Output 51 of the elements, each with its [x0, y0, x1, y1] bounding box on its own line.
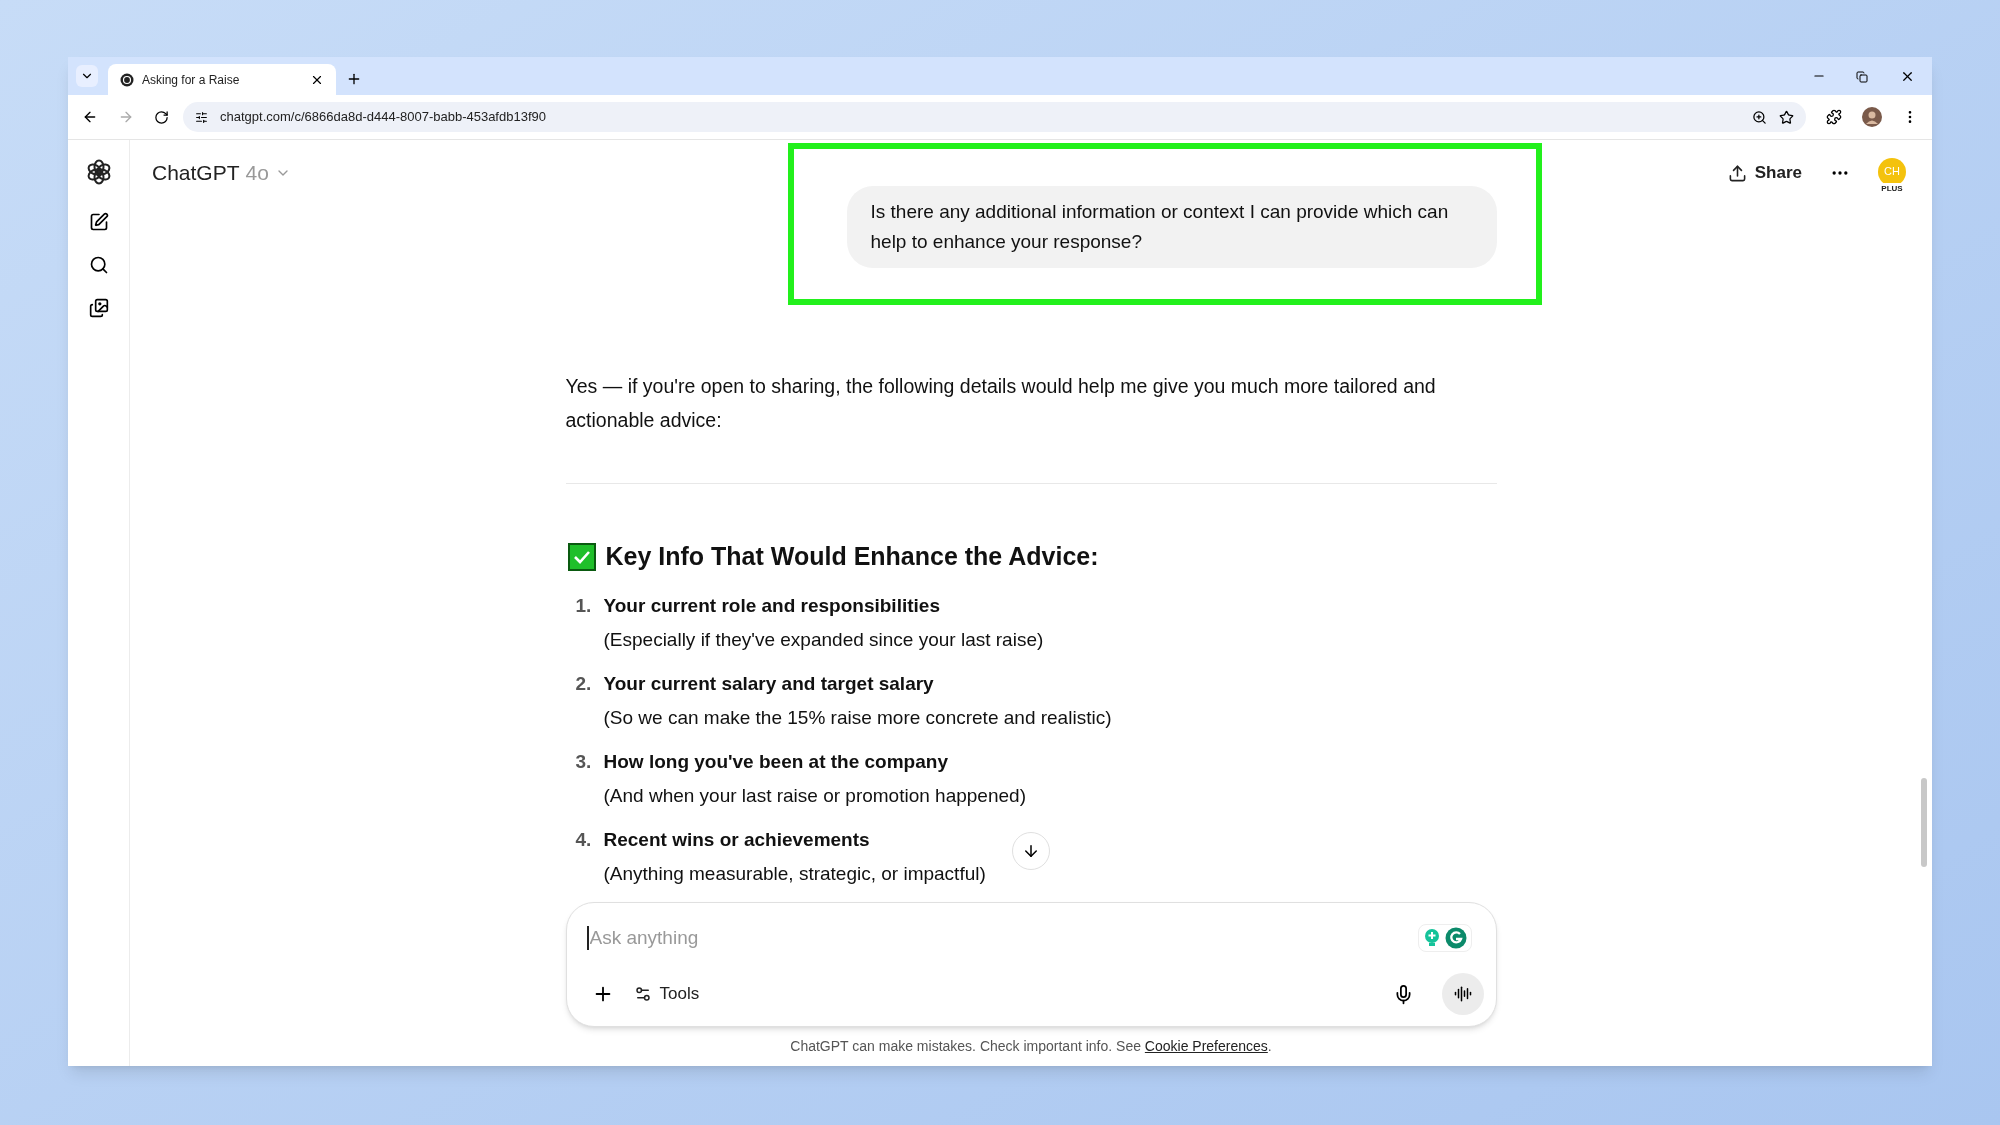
back-icon[interactable]	[82, 109, 98, 125]
site-icon	[120, 72, 134, 87]
user-message: Is there any additional information or context I can provide which can help to enhance your response?	[846, 186, 1497, 268]
profile-avatar-icon[interactable]	[1862, 107, 1882, 127]
new-chat-icon[interactable]	[88, 212, 109, 232]
site-settings-icon[interactable]	[195, 110, 208, 124]
url-text: chatgpt.com/c/6866da8d-d444-8007-babb-453afdb13f90	[220, 108, 547, 127]
zoom-icon[interactable]	[1752, 109, 1767, 125]
grammarly-icon	[1444, 927, 1467, 949]
disclaimer-text: ChatGPT can make mistakes. Check important info. See Cookie Preferences.	[790, 1027, 1272, 1066]
grammarly-widget[interactable]	[1417, 924, 1472, 952]
tab-search-button[interactable]	[76, 65, 98, 87]
restore-icon[interactable]	[1856, 71, 1868, 83]
model-selector[interactable]: ChatGPT 4o	[152, 157, 291, 189]
scrollbar[interactable]	[1921, 778, 1927, 867]
response-paragraph: Yes — if you're open to sharing, the following details would help me give you much more tailored and actionable advice:	[565, 374, 1437, 433]
item-detail: (Especially if they've expanded since your last raise)	[603, 627, 1044, 652]
section-heading: Key Info That Would Enhance the Advice:	[605, 541, 1099, 572]
item-detail: (So we can make the 15% raise more concrete and realistic)	[603, 705, 1112, 730]
tools-button[interactable]: Tools	[633, 981, 700, 1007]
scroll-down-button[interactable]	[1012, 832, 1050, 870]
list-number: 1.	[574, 593, 593, 618]
item-detail: (Anything measurable, strategic, or impactful)	[603, 861, 986, 886]
list-number: 2.	[574, 671, 593, 696]
search-icon[interactable]	[88, 255, 109, 275]
voice-mode-button[interactable]	[1441, 973, 1484, 1015]
voice-wave-icon	[1453, 985, 1472, 1003]
browser-tab[interactable]: Asking for a Raise	[108, 64, 336, 95]
cookie-preferences-link[interactable]: Cookie Preferences	[1144, 1036, 1268, 1057]
list-number: 4.	[574, 827, 593, 852]
item-title: How long you've been at the company	[603, 749, 949, 774]
list-number: 3.	[574, 749, 593, 774]
share-button[interactable]: Share	[1727, 160, 1802, 186]
close-icon[interactable]	[1900, 69, 1915, 84]
arrow-down-icon	[1022, 842, 1040, 860]
new-tab-icon[interactable]	[346, 71, 362, 87]
item-title: Your current salary and target salary	[603, 671, 935, 696]
item-detail: (And when your last raise or promotion happened)	[603, 783, 1026, 808]
library-icon[interactable]	[88, 298, 109, 318]
check-mark-icon	[567, 542, 596, 571]
share-icon	[1727, 163, 1747, 183]
reload-icon[interactable]	[154, 109, 169, 125]
item-title: Recent wins or achievements	[603, 827, 871, 852]
address-bar[interactable]: chatgpt.com/c/6866da8d-d444-8007-babb-453afdb13f90	[183, 102, 1806, 132]
sliders-icon	[633, 985, 652, 1003]
extensions-icon[interactable]	[1826, 109, 1842, 125]
bookmark-star-icon[interactable]	[1779, 109, 1794, 125]
message-input[interactable]: Ask anything	[586, 926, 1418, 950]
tab-title: Asking for a Raise	[142, 71, 241, 89]
item-title: Your current role and responsibilities	[603, 593, 941, 618]
bulb-icon	[1422, 928, 1441, 948]
